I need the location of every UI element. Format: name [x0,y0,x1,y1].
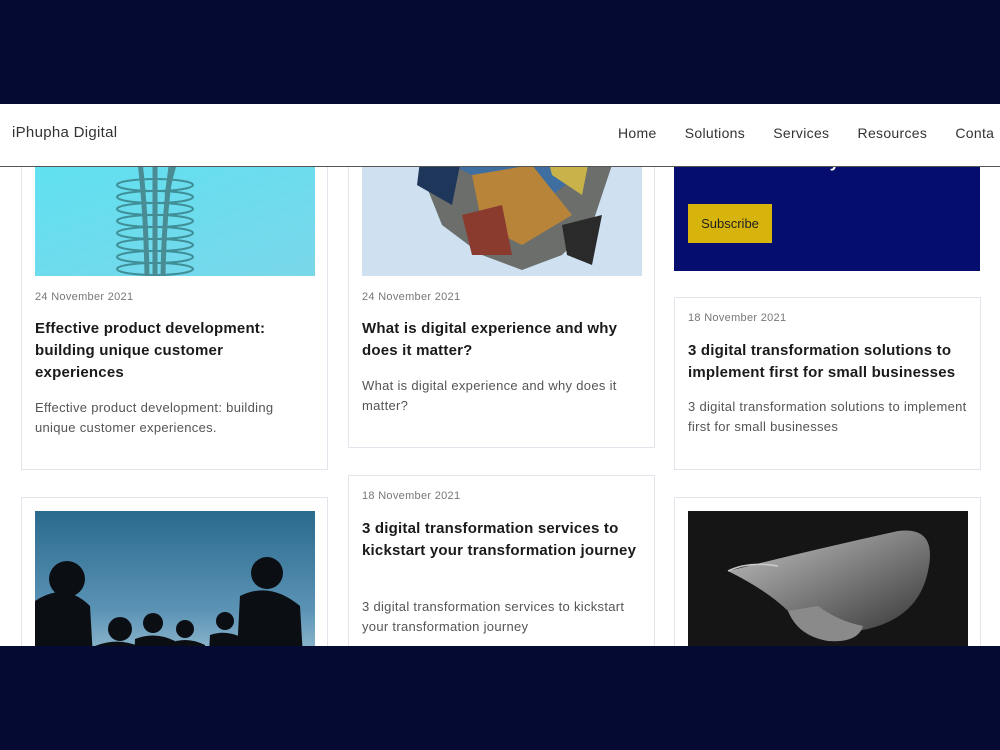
post-title[interactable]: What is digital experience and why does … [362,318,642,362]
post-card[interactable]: 18 November 2021 3 digital transformatio… [674,297,981,470]
silhouette-team-image [35,557,303,646]
nav-solutions[interactable]: Solutions [685,125,745,141]
post-title[interactable]: 3 digital transformation services to kic… [362,518,647,562]
site-header: iPhupha Digital Home Solutions Services … [0,104,1000,167]
post-excerpt: 3 digital transformation services to kic… [362,599,625,634]
post-title[interactable]: Effective product development: building … [35,318,305,384]
post-thumbnail[interactable] [35,511,315,646]
subscribe-button[interactable]: Subscribe [688,204,772,243]
post-date: 24 November 2021 [362,291,461,303]
nav-resources[interactable]: Resources [858,125,928,141]
post-date: 18 November 2021 [362,490,461,502]
main-nav: Home Solutions Services Resources Conta [618,125,1000,141]
nav-home[interactable]: Home [618,125,657,141]
post-excerpt: What is digital experience and why does … [362,378,617,413]
post-date: 24 November 2021 [35,291,134,303]
nav-contact[interactable]: Conta [955,125,994,141]
brand-logo-text[interactable]: iPhupha Digital [12,124,117,141]
post-excerpt: Effective product development: building … [35,400,274,435]
nav-services[interactable]: Services [773,125,829,141]
post-excerpt: 3 digital transformation solutions to im… [688,399,967,434]
post-date: 18 November 2021 [688,312,787,324]
post-title[interactable]: 3 digital transformation solutions to im… [688,340,973,384]
post-card[interactable] [21,497,328,646]
post-card[interactable] [674,497,981,646]
page-viewport: iPhupha Digital Home Solutions Services … [0,104,1000,646]
post-thumbnail[interactable] [688,511,968,646]
post-card[interactable]: 18 November 2021 3 digital transformatio… [348,475,655,646]
abstract-3d-shape-image [727,530,930,642]
